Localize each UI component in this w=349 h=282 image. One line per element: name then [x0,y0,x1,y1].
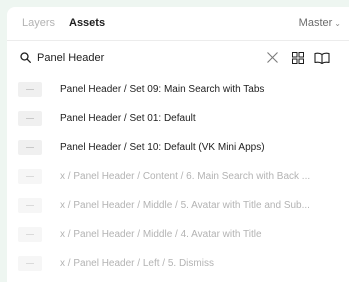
component-result[interactable]: Panel Header / Set 01: Default [7,104,349,133]
component-name: Panel Header / Set 01: Default [60,113,196,124]
component-thumbnail [18,111,42,126]
library-label: Master [298,17,333,29]
search-icon [20,52,31,63]
component-result-deprecated[interactable]: x / Panel Header / Left / 5. Dismiss [7,249,349,278]
assets-panel: Layers Assets Master⌄ Panel Header / Set… [7,7,349,282]
component-name: x / Panel Header / Middle / 4. Avatar wi… [60,229,262,240]
search-results-list: Panel Header / Set 09: Main Search with … [7,75,349,278]
component-name: Panel Header / Set 09: Main Search with … [60,84,265,95]
grid-view-icon[interactable] [292,52,304,64]
component-thumbnail [18,198,42,213]
component-thumbnail [18,82,42,97]
component-result[interactable]: Panel Header / Set 10: Default (VK Mini … [7,133,349,162]
panel-tabs: Layers Assets Master ⌄ [7,7,349,40]
search-bar [7,41,349,75]
component-name: x / Panel Header / Content / 6. Main Sea… [60,171,311,182]
component-thumbnail [18,227,42,242]
component-name: x / Panel Header / Left / 5. Dismiss [60,258,214,269]
clear-icon[interactable] [266,51,279,64]
component-thumbnail [18,140,42,155]
library-book-icon[interactable] [314,52,330,64]
component-thumbnail [18,169,42,184]
chevron-down-icon: ⌄ [334,19,341,28]
component-result-deprecated[interactable]: x / Panel Header / Middle / 5. Avatar wi… [7,191,349,220]
component-result[interactable]: Panel Header / Set 09: Main Search with … [7,75,349,104]
tab-layers[interactable]: Layers [22,17,55,30]
tab-assets[interactable]: Assets [69,17,105,30]
component-thumbnail [18,256,42,271]
library-selector[interactable]: Master ⌄ [299,17,341,30]
component-result-deprecated[interactable]: x / Panel Header / Content / 6. Main Sea… [7,162,349,191]
component-result-deprecated[interactable]: x / Panel Header / Middle / 4. Avatar wi… [7,220,349,249]
component-name: Panel Header / Set 10: Default (VK Mini … [60,142,265,153]
component-name: x / Panel Header / Middle / 5. Avatar wi… [60,200,310,211]
search-input[interactable] [37,50,247,66]
